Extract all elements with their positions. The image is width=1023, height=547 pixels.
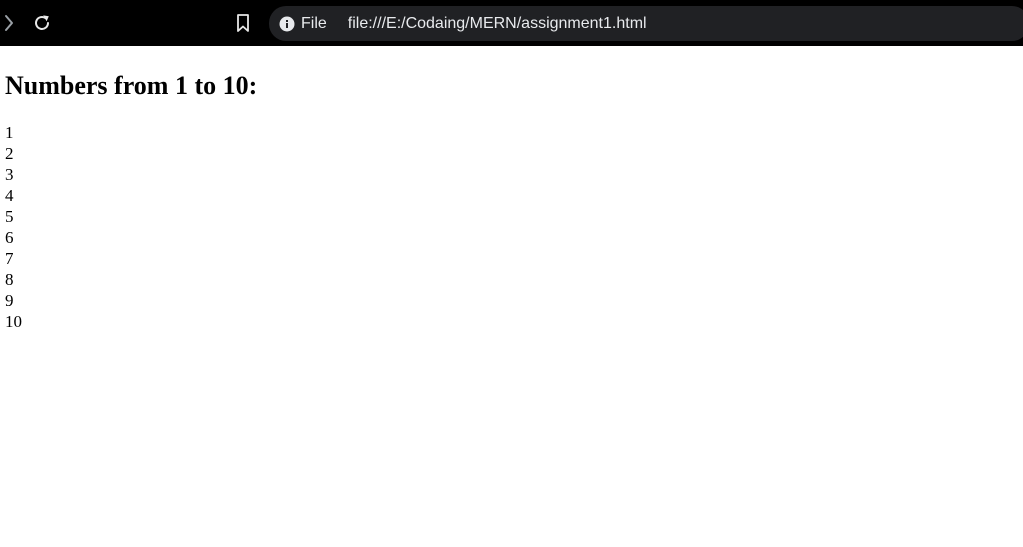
page-content: Numbers from 1 to 10: 1 2 3 4 5 6 7 8 9 … [0,71,1023,332]
number-line: 4 [5,186,14,205]
chevron-right-icon [5,15,13,31]
reload-icon [35,15,49,30]
number-line: 6 [5,228,14,247]
number-line: 1 [5,123,14,142]
page-heading: Numbers from 1 to 10: [5,71,258,100]
number-line: 5 [5,207,14,226]
browser-toolbar: File file:///E:/Codaing/MERN/assignment1… [0,0,1023,46]
site-info-button[interactable]: File [279,6,327,41]
number-line: 8 [5,270,14,289]
forward-button[interactable] [0,0,18,46]
number-line: 2 [5,144,14,163]
number-line: 9 [5,291,14,310]
bookmark-icon [237,14,249,32]
info-icon [279,16,295,32]
site-info-label: File [301,14,327,32]
number-line: 3 [5,165,14,184]
number-line: 7 [5,249,14,268]
url-text[interactable]: file:///E:/Codaing/MERN/assignment1.html [348,15,647,33]
address-bar[interactable]: File file:///E:/Codaing/MERN/assignment1… [269,6,1023,41]
number-line: 10 [5,312,22,331]
bookmark-button[interactable] [230,0,256,46]
reload-button[interactable] [28,0,56,46]
number-list: 1 2 3 4 5 6 7 8 9 10 [5,122,1018,332]
